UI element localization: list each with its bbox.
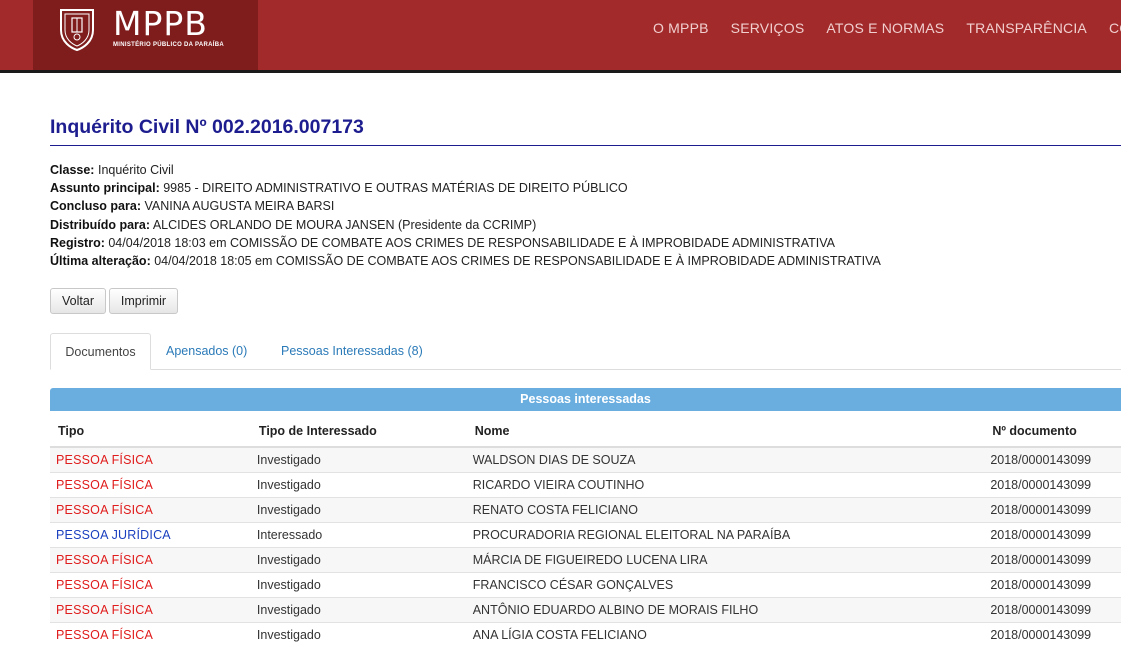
- tab-pessoas-interessadas[interactable]: Pessoas Interessadas (8): [281, 333, 423, 369]
- cell-documento: 2018/0000143099: [984, 472, 1121, 498]
- field-value: 04/04/2018 18:05 em COMISSÃO DE COMBATE …: [154, 254, 881, 269]
- cell-interessado: Investigado: [250, 572, 467, 598]
- case-info: Classe: Inquérito Civil Assunto principa…: [50, 161, 881, 270]
- logo-subtitle: MINISTÉRIO PÚBLICO DA PARAÍBA: [113, 42, 225, 48]
- back-button[interactable]: Voltar: [50, 288, 106, 314]
- coat-of-arms-icon: [60, 9, 94, 52]
- logo[interactable]: MPPB MINISTÉRIO PÚBLICO DA PARAÍBA: [33, 0, 258, 70]
- cell-nome: WALDSON DIAS DE SOUZA: [466, 446, 985, 473]
- field-assunto: Assunto principal: 9985 - DIREITO ADMINI…: [50, 179, 881, 197]
- field-value: ALCIDES ORLANDO DE MOURA JANSEN (Preside…: [152, 217, 537, 232]
- cell-documento: 2018/0000143099: [984, 446, 1121, 473]
- cell-interessado: Investigado: [250, 497, 467, 523]
- field-label: Distribuído para:: [50, 217, 151, 232]
- field-ultima-alteracao: Última alteração: 04/04/2018 18:05 em CO…: [50, 252, 881, 270]
- cell-tipo: PESSOA FÍSICA: [50, 472, 251, 498]
- field-value: VANINA AUGUSTA MEIRA BARSI: [144, 199, 335, 214]
- main-nav: O MPPB SERVIÇOS ATOS E NORMAS TRANSPARÊNCIA…: [653, 20, 1121, 36]
- cell-tipo: PESSOA JURÍDICA: [50, 522, 251, 548]
- cell-tipo: PESSOA FÍSICA: [50, 446, 251, 473]
- table-row: PESSOA FÍSICA Investigado FRANCISCO CÉSA…: [50, 572, 1121, 598]
- cell-interessado: Investigado: [250, 472, 467, 498]
- cell-interessado: Investigado: [250, 622, 467, 647]
- cell-documento: 2018/0000143099: [984, 497, 1121, 523]
- top-header: MPPB MINISTÉRIO PÚBLICO DA PARAÍBA O MPP…: [0, 0, 1121, 73]
- table-row: PESSOA JURÍDICA Interessado PROCURADORIA…: [50, 522, 1121, 548]
- nav-atos-e-normas[interactable]: ATOS E NORMAS: [826, 20, 944, 36]
- cell-nome: FRANCISCO CÉSAR GONÇALVES: [466, 572, 985, 598]
- interested-parties-table: Tipo Tipo de Interessado Nome Nº documen…: [50, 415, 1121, 647]
- field-label: Registro:: [50, 235, 105, 250]
- cell-interessado: Investigado: [250, 597, 467, 623]
- nav-comunicacao[interactable]: COM: [1109, 20, 1121, 36]
- cell-documento: 2018/0000143099: [984, 622, 1121, 647]
- tab-documentos[interactable]: Documentos: [50, 333, 151, 370]
- cell-tipo: PESSOA FÍSICA: [50, 597, 251, 623]
- cell-interessado: Investigado: [250, 547, 467, 573]
- field-label: Última alteração:: [50, 254, 151, 269]
- cell-tipo: PESSOA FÍSICA: [50, 622, 251, 647]
- cell-tipo: PESSOA FÍSICA: [50, 572, 251, 598]
- print-button[interactable]: Imprimir: [109, 288, 178, 314]
- cell-nome: RICARDO VIEIRA COUTINHO: [466, 472, 985, 498]
- col-tipo: Tipo: [50, 415, 251, 448]
- nav-servicos[interactable]: SERVIÇOS: [731, 20, 805, 36]
- field-label: Concluso para:: [50, 199, 141, 214]
- logo-title: MPPB: [113, 4, 208, 43]
- col-nome: Nome: [466, 415, 985, 448]
- cell-documento: 2018/0000143099: [984, 597, 1121, 623]
- tab-apensados[interactable]: Apensados (0): [166, 333, 247, 369]
- field-concluso: Concluso para: VANINA AUGUSTA MEIRA BARS…: [50, 197, 881, 215]
- field-label: Classe:: [50, 163, 95, 177]
- table-row: PESSOA FÍSICA Investigado RENATO COSTA F…: [50, 497, 1121, 523]
- table-row: PESSOA FÍSICA Investigado ANA LÍGIA COST…: [50, 622, 1121, 647]
- cell-tipo: PESSOA FÍSICA: [50, 497, 251, 523]
- table-row: PESSOA FÍSICA Investigado RICARDO VIEIRA…: [50, 472, 1121, 498]
- field-distribuido: Distribuído para: ALCIDES ORLANDO DE MOU…: [50, 216, 881, 234]
- cell-nome: ANTÔNIO EDUARDO ALBINO DE MORAIS FILHO: [466, 597, 985, 623]
- page-title: Inquérito Civil Nº 002.2016.007173: [50, 116, 364, 138]
- nav-transparencia[interactable]: TRANSPARÊNCIA: [966, 20, 1087, 36]
- field-label: Assunto principal:: [50, 181, 160, 196]
- cell-nome: PROCURADORIA REGIONAL ELEITORAL NA PARAÍ…: [466, 522, 985, 548]
- field-registro: Registro: 04/04/2018 18:03 em COMISSÃO D…: [50, 234, 881, 252]
- cell-documento: 2018/0000143099: [984, 547, 1121, 573]
- col-tipo-interessado: Tipo de Interessado: [250, 415, 467, 448]
- table-header-row: Tipo Tipo de Interessado Nome Nº documen…: [50, 415, 1121, 448]
- col-documento: Nº documento: [984, 415, 1121, 448]
- cell-documento: 2018/0000143099: [984, 572, 1121, 598]
- cell-interessado: Investigado: [250, 446, 467, 473]
- field-value: Inquérito Civil: [97, 163, 174, 177]
- table-row: PESSOA FÍSICA Investigado WALDSON DIAS D…: [50, 446, 1121, 473]
- panel-title: Pessoas interessadas: [50, 388, 1121, 411]
- cell-nome: MÁRCIA DE FIGUEIREDO LUCENA LIRA: [466, 547, 985, 573]
- cell-tipo: PESSOA FÍSICA: [50, 547, 251, 573]
- cell-nome: ANA LÍGIA COSTA FELICIANO: [466, 622, 985, 647]
- table-row: PESSOA FÍSICA Investigado ANTÔNIO EDUARD…: [50, 597, 1121, 623]
- title-divider: [50, 145, 1121, 146]
- cell-nome: RENATO COSTA FELICIANO: [466, 497, 985, 523]
- tab-bar: Documentos Apensados (0) Pessoas Interes…: [50, 333, 1121, 370]
- field-value: 04/04/2018 18:03 em COMISSÃO DE COMBATE …: [108, 235, 835, 250]
- nav-o-mppb[interactable]: O MPPB: [653, 20, 709, 36]
- field-value: 9985 - DIREITO ADMINISTRATIVO E OUTRAS M…: [163, 181, 628, 196]
- cell-interessado: Interessado: [250, 522, 467, 548]
- cell-documento: 2018/0000143099: [984, 522, 1121, 548]
- field-classe: Classe: Inquérito Civil: [50, 161, 881, 179]
- table-row: PESSOA FÍSICA Investigado MÁRCIA DE FIGU…: [50, 547, 1121, 573]
